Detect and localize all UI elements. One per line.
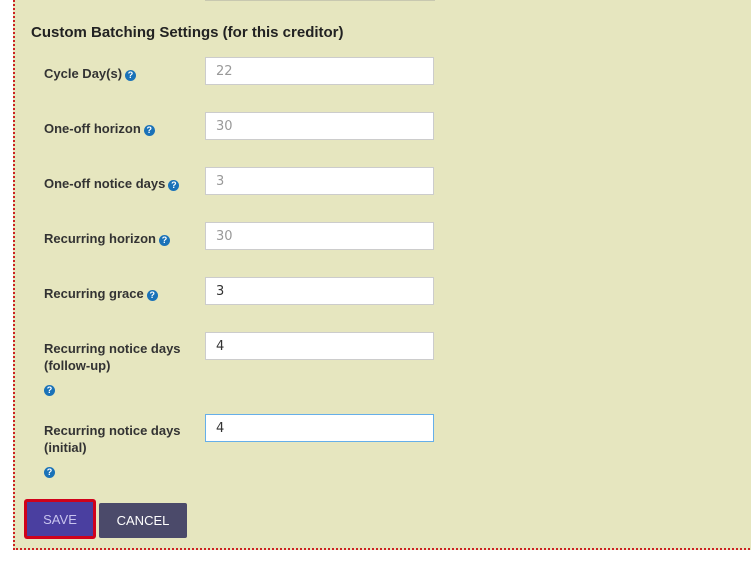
batching-settings-panel: Custom Batching Settings (for this credi…: [13, 0, 751, 550]
field-label: Recurring notice days (initial)?: [44, 423, 181, 478]
save-button[interactable]: SAVE: [25, 500, 95, 538]
help-icon[interactable]: ?: [158, 235, 170, 246]
recurring-grace-input[interactable]: [205, 277, 434, 305]
recurring-notice-days-initial-input[interactable]: [205, 414, 434, 442]
help-icon[interactable]: ?: [44, 385, 55, 396]
help-icon[interactable]: ?: [44, 467, 55, 478]
section-title: Custom Batching Settings (for this credi…: [31, 24, 344, 41]
field-label: Recurring notice days (follow-up)?: [44, 341, 181, 396]
one-off-notice-days-input[interactable]: [205, 167, 434, 195]
help-icon[interactable]: ?: [125, 70, 137, 81]
cancel-button[interactable]: CANCEL: [99, 503, 187, 538]
recurring-horizon-input[interactable]: [205, 222, 434, 250]
recurring-notice-days-follow-up-input[interactable]: [205, 332, 434, 360]
help-icon[interactable]: ?: [143, 125, 155, 136]
previous-field-edge: [205, 0, 435, 1]
one-off-horizon-input[interactable]: [205, 112, 434, 140]
cycle-days-input[interactable]: [205, 57, 434, 85]
field-label: One-off notice days?: [44, 175, 189, 192]
field-label: Cycle Day(s)?: [44, 65, 189, 82]
field-label: One-off horizon?: [44, 120, 189, 137]
help-icon[interactable]: ?: [146, 290, 158, 301]
help-icon[interactable]: ?: [168, 180, 180, 191]
field-label: Recurring horizon?: [44, 230, 189, 247]
field-label: Recurring grace?: [44, 285, 189, 302]
